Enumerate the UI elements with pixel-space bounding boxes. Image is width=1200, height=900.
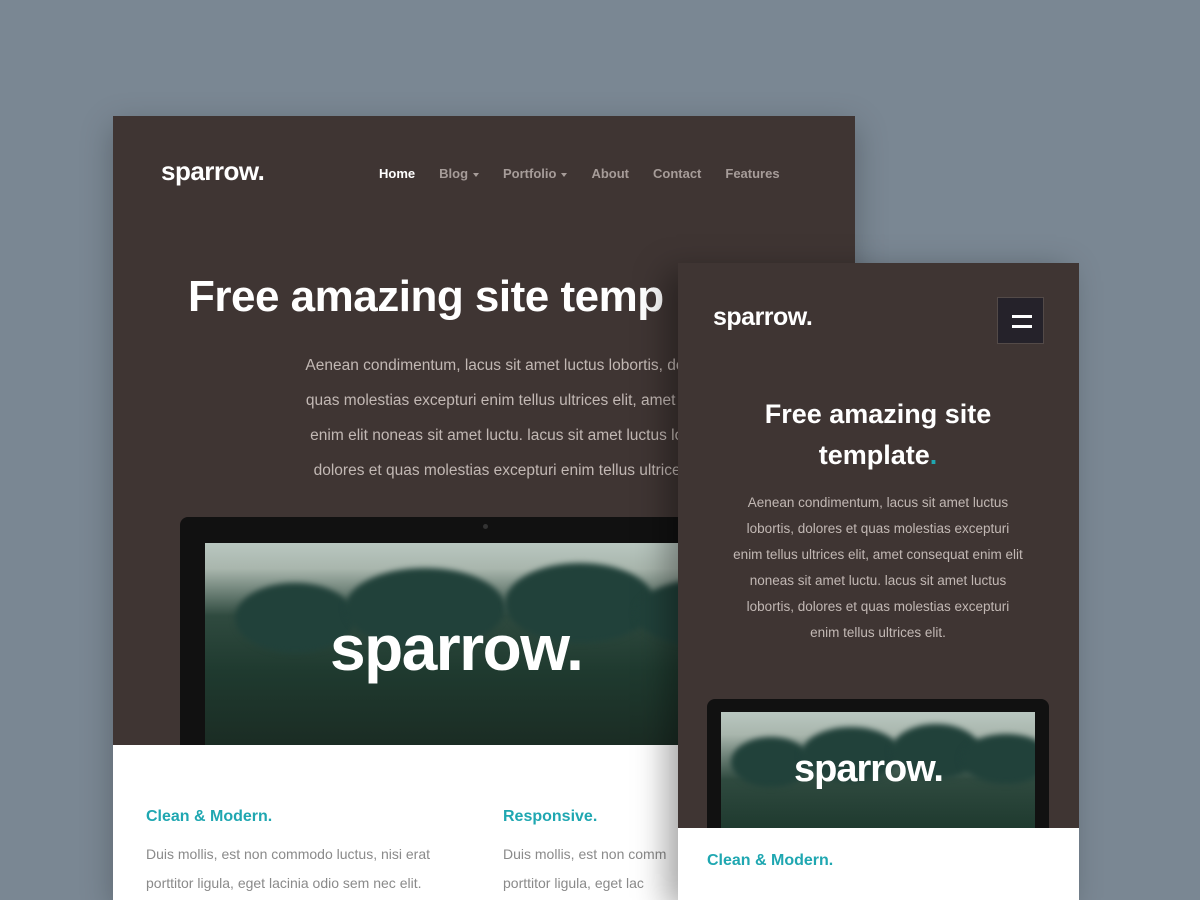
mobile-hero-title-line: template.: [818, 440, 938, 470]
mobile-site-logo[interactable]: sparrow.: [713, 303, 813, 332]
mobile-mockup: sparrow. Free amazing site template. Aen…: [678, 263, 1079, 900]
feature-title: Responsive.: [503, 808, 598, 825]
feature-text-line: porttitor ligula, eget lacinia odio sem …: [146, 875, 422, 891]
hamburger-icon[interactable]: [997, 297, 1044, 344]
nav-portfolio[interactable]: Portfolio: [503, 166, 568, 181]
desktop-header: sparrow. Home Blog Portfolio About Conta…: [113, 116, 855, 231]
camera-dot: [483, 524, 488, 529]
main-nav: Home Blog Portfolio About Contact Featur…: [379, 166, 804, 181]
chevron-down-icon: [561, 172, 568, 177]
nav-features[interactable]: Features: [725, 166, 779, 181]
nav-contact[interactable]: Contact: [653, 166, 701, 181]
screen-logo: sparrow.: [330, 612, 584, 684]
mobile-features-section: Clean & Modern.: [678, 828, 1079, 900]
mobile-feature-title: Clean & Modern.: [707, 852, 834, 869]
mobile-hero-text: Aenean condimentum, lacus sit amet luctu…: [733, 495, 1023, 640]
nav-blog[interactable]: Blog: [439, 166, 480, 181]
chevron-down-icon: [473, 172, 480, 177]
mobile-hero-title: Free amazing site template.: [703, 394, 1053, 476]
mobile-hero-title-line: Free amazing site: [764, 399, 992, 429]
feature-text-line: Duis mollis, est non commodo luctus, nis…: [146, 846, 430, 862]
nav-home[interactable]: Home: [379, 166, 415, 181]
site-logo[interactable]: sparrow.: [161, 156, 265, 187]
feature-text: Duis mollis, est non commodo luctus, nis…: [146, 840, 476, 898]
mobile-screen-logo: sparrow.: [794, 748, 944, 790]
feature-title: Clean & Modern.: [146, 808, 273, 825]
nav-about[interactable]: About: [591, 166, 629, 181]
